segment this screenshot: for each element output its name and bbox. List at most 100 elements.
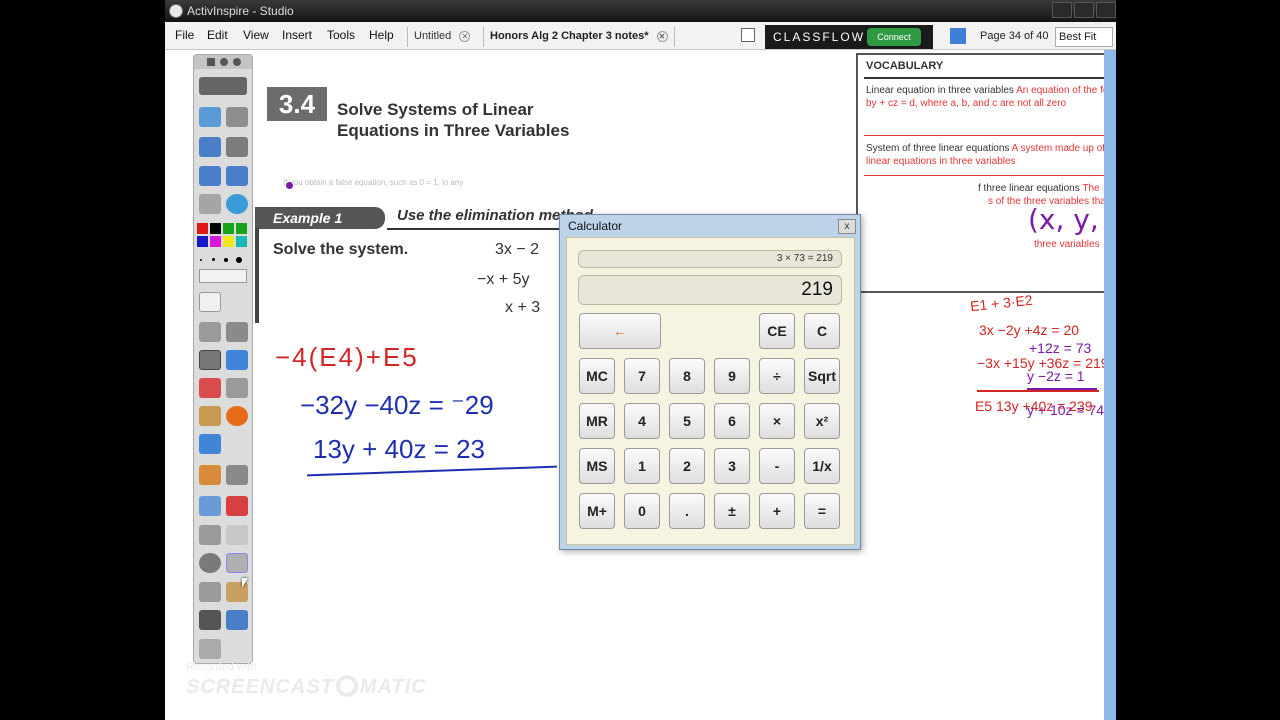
add-button[interactable]: + [759, 493, 795, 529]
swatch-green[interactable] [223, 223, 234, 234]
save-icon[interactable] [199, 610, 221, 630]
menu-bar: File Edit View Insert Tools Help Untitle… [165, 22, 1116, 50]
multiply-button[interactable]: × [759, 403, 795, 439]
reset-page-icon[interactable] [226, 496, 248, 516]
magic-ink-icon[interactable] [199, 496, 221, 516]
fill-icon[interactable] [199, 406, 221, 426]
clear-entry-button[interactable]: CE [759, 313, 795, 349]
toolbox-menu-icon[interactable] [207, 58, 215, 66]
digit-8-button[interactable]: 8 [669, 358, 705, 394]
export-icon[interactable] [199, 77, 247, 95]
text-icon[interactable] [199, 465, 221, 485]
toolbox-size-icon[interactable] [233, 58, 241, 66]
mc-button[interactable]: MC [579, 358, 615, 394]
menu-help[interactable]: Help [369, 28, 394, 42]
zoom-icon[interactable] [226, 610, 248, 630]
menu-tools[interactable]: Tools [327, 28, 355, 42]
digit-4-button[interactable]: 4 [624, 403, 660, 439]
menu-view[interactable]: View [243, 28, 269, 42]
vocab-definition: The [1082, 183, 1100, 194]
menu-insert[interactable]: Insert [282, 28, 312, 42]
width-dot [200, 259, 202, 261]
menu-edit[interactable]: Edit [207, 28, 228, 42]
swatch-yellow[interactable] [223, 236, 234, 247]
close-tab-icon[interactable]: ✕ [459, 31, 471, 42]
grid-icon[interactable] [199, 582, 221, 602]
pen-icon[interactable] [199, 350, 221, 370]
revealer-icon[interactable] [226, 553, 248, 573]
swatch-red[interactable] [197, 223, 208, 234]
connect-button[interactable]: Connect [867, 28, 921, 46]
mr-button[interactable]: MR [579, 403, 615, 439]
ink-blue-line2: 13y + 40z = 23 [313, 434, 486, 464]
swatch-green-2[interactable] [236, 223, 247, 234]
browsers-icon[interactable] [226, 107, 248, 127]
digit-7-button[interactable]: 7 [624, 358, 660, 394]
digit-2-button[interactable]: 2 [669, 448, 705, 484]
digit-9-button[interactable]: 9 [714, 358, 750, 394]
swatch-blue[interactable] [197, 236, 208, 247]
network-icon[interactable] [950, 28, 966, 44]
subtract-button[interactable]: - [759, 448, 795, 484]
digit-0-button[interactable]: 0 [624, 493, 660, 529]
camera-icon[interactable] [226, 465, 248, 485]
swatch-teal[interactable] [236, 236, 247, 247]
m-plus-button[interactable]: M+ [579, 493, 615, 529]
close-tab-icon[interactable]: ✕ [656, 31, 668, 42]
sqrt-button[interactable]: Sqrt [804, 358, 840, 394]
example-label: Example 1 [255, 207, 385, 229]
next-page-icon[interactable] [226, 166, 248, 186]
clear-button[interactable]: C [804, 313, 840, 349]
swatch-black[interactable] [210, 223, 221, 234]
tab-untitled[interactable]: Untitled ✕ [407, 27, 476, 47]
tools-icon[interactable] [226, 137, 248, 157]
tool-settings-icon[interactable] [226, 322, 248, 342]
negate-button[interactable]: ± [714, 493, 750, 529]
digit-6-button[interactable]: 6 [714, 403, 750, 439]
reciprocal-button[interactable]: 1/x [804, 448, 840, 484]
calculator-icon[interactable] [226, 378, 248, 398]
digit-5-button[interactable]: 5 [669, 403, 705, 439]
eraser-icon[interactable] [199, 378, 221, 398]
menu-file[interactable]: File [175, 28, 194, 42]
vertical-scrollbar[interactable] [1104, 50, 1116, 720]
square-button[interactable]: x² [804, 403, 840, 439]
calculator-close-button[interactable]: x [838, 219, 856, 234]
main-menu-icon[interactable] [199, 107, 221, 127]
clock-icon[interactable] [199, 553, 221, 573]
equals-button[interactable]: = [804, 493, 840, 529]
page-icon[interactable] [199, 292, 221, 312]
vocab-term: f three linear equations [978, 183, 1080, 194]
tab-honors-alg-2[interactable]: Honors Alg 2 Chapter 3 notes* ✕ [483, 27, 675, 47]
pen-width-slider[interactable] [199, 269, 247, 283]
maximize-button[interactable] [1074, 2, 1094, 18]
previous-page-icon[interactable] [199, 166, 221, 186]
highlighter-icon[interactable] [226, 350, 248, 370]
select-arrow-icon[interactable] [199, 322, 221, 342]
zoom-select[interactable]: Best Fit [1055, 27, 1113, 47]
undo-icon[interactable] [199, 525, 221, 545]
play-icon[interactable] [199, 194, 221, 214]
redo-icon[interactable] [226, 525, 248, 545]
pen-width-dots[interactable] [200, 257, 246, 263]
swatch-magenta[interactable] [210, 236, 221, 247]
desktop-annotate-icon[interactable] [199, 137, 221, 157]
window-controls [1052, 2, 1116, 18]
screencast-watermark: Recorded with SCREENCAST MATIC [186, 661, 427, 699]
digit-3-button[interactable]: 3 [714, 448, 750, 484]
decimal-button[interactable]: . [669, 493, 705, 529]
toolbox-pin-icon[interactable] [220, 58, 228, 66]
notes-icon[interactable] [741, 28, 755, 42]
connector-icon[interactable] [199, 434, 221, 454]
shape-icon[interactable] [226, 406, 248, 426]
trash-icon[interactable] [199, 639, 221, 659]
minimize-button[interactable] [1052, 2, 1072, 18]
window-title: ActivInspire - Studio [187, 4, 294, 18]
divide-button[interactable]: ÷ [759, 358, 795, 394]
ms-button[interactable]: MS [579, 448, 615, 484]
backspace-button[interactable]: ← [579, 313, 661, 349]
example-sidebar [255, 228, 259, 323]
web-browser-icon[interactable] [226, 194, 248, 214]
digit-1-button[interactable]: 1 [624, 448, 660, 484]
close-window-button[interactable] [1096, 2, 1116, 18]
